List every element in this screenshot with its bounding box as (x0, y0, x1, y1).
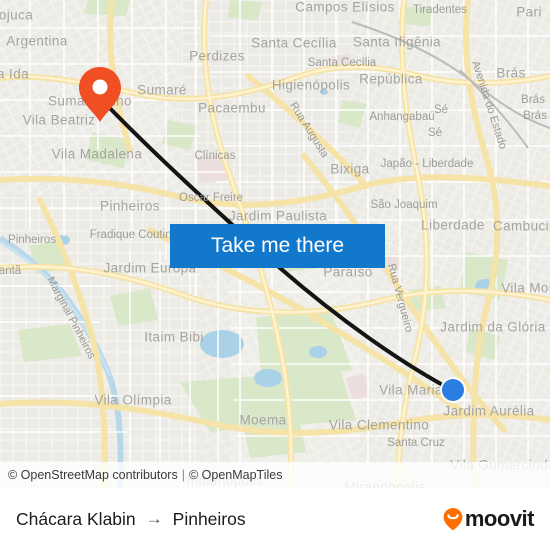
route-summary: Chácara Klabin → Pinheiros (16, 509, 246, 530)
moovit-wordmark: moovit (464, 506, 535, 531)
footer-bar: Chácara Klabin → Pinheiros moovit (0, 488, 550, 550)
attribution-separator: | (181, 468, 185, 482)
destination-dot-icon[interactable] (440, 377, 466, 403)
osm-attribution-link[interactable]: © OpenStreetMap contributors (8, 468, 178, 482)
arrow-right-icon: → (145, 509, 163, 528)
take-me-there-button[interactable]: Take me there (170, 224, 385, 268)
map-canvas[interactable]: ojuca Argentina Perdizes Santa Cecília Campo… (0, 0, 550, 488)
moovit-trip-map-screen: ojuca Argentina Perdizes Santa Cecília Campo… (0, 0, 550, 550)
map-attribution-bar: © OpenStreetMap contributors | © OpenMap… (0, 462, 550, 488)
moovit-logo[interactable]: moovit (442, 506, 535, 532)
openmaptiles-attribution-link[interactable]: © OpenMapTiles (189, 468, 283, 482)
destination-station-name: Pinheiros (172, 508, 246, 529)
origin-station-name: Chácara Klabin (16, 508, 136, 529)
moovit-pin-smile-icon (443, 508, 463, 531)
